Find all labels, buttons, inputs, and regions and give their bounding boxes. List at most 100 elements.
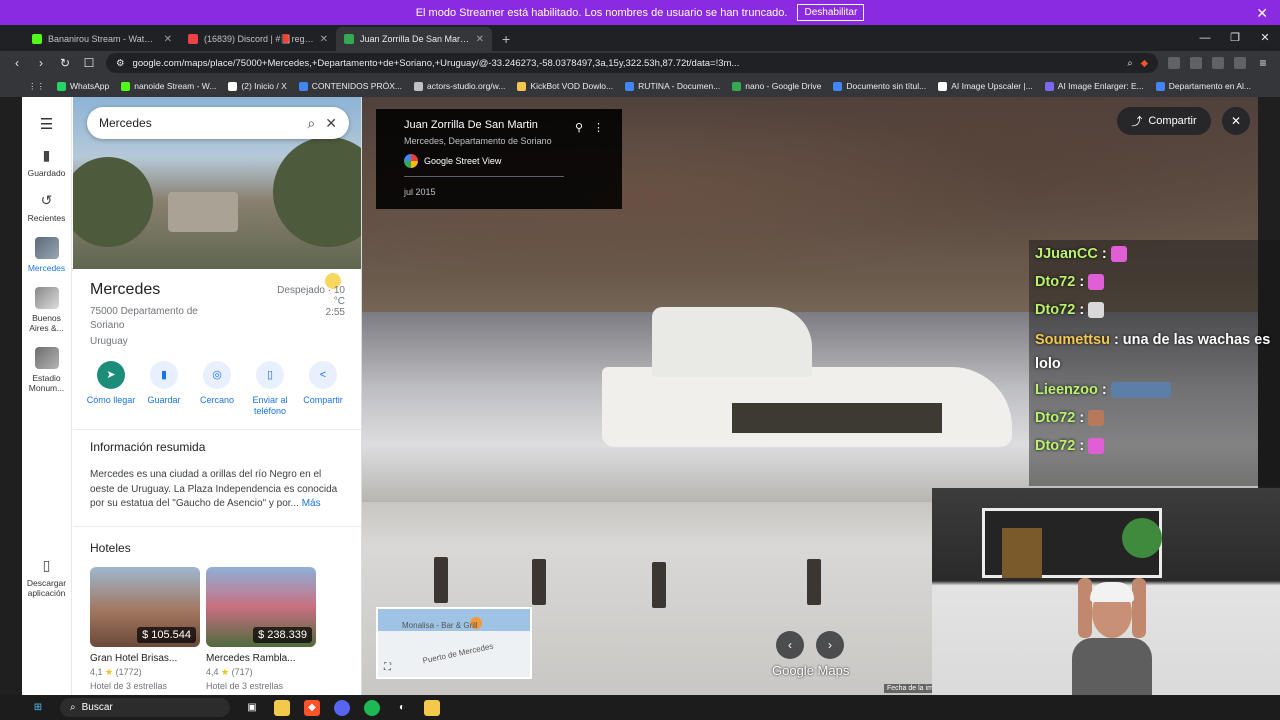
brave-browser-icon[interactable]: ◆ (304, 699, 320, 716)
bookmark-item[interactable]: WhatsApp (57, 81, 109, 91)
action-label: Compartir (303, 395, 343, 405)
expand-icon[interactable]: ⛶ (384, 662, 391, 673)
tab-google-maps[interactable]: Juan Zorrilla De San Martin - Go ✕ (336, 27, 492, 51)
bookmark-label: CONTENIDOS PRÓX... (311, 81, 402, 91)
more-link[interactable]: Más (302, 498, 321, 509)
navigation-arrows: ‹ › (776, 631, 844, 659)
review-count: (1772) (115, 666, 142, 677)
bookmark-item[interactable]: actors-studio.org/w... (414, 81, 505, 91)
new-tab-icon[interactable]: + (492, 31, 520, 51)
rail-item-recent[interactable]: ↺ Recientes (23, 192, 71, 223)
bookmark-label: Departamento en Al... (1168, 81, 1251, 91)
save-button[interactable]: ▮ Guardar (138, 361, 190, 417)
next-arrow-icon[interactable]: › (816, 631, 844, 659)
rail-item-estadio[interactable]: Estadio Monum... (23, 347, 71, 393)
wallet-icon[interactable] (1234, 57, 1246, 69)
place-hero-image[interactable]: ⌕ ✕ (73, 97, 361, 269)
post (532, 559, 546, 605)
discord-icon[interactable] (334, 699, 350, 716)
bookmark-item[interactable]: (2) Inicio / X (228, 81, 287, 91)
restore-icon[interactable]: ❐ (1220, 25, 1250, 51)
post (434, 557, 448, 603)
url-field[interactable]: ⚙ google.com/maps/place/75000+Mercedes,+… (106, 53, 1158, 73)
close-icon[interactable]: ✕ (1256, 5, 1268, 22)
previous-arrow-icon[interactable]: ‹ (776, 631, 804, 659)
hotel-card[interactable]: $ 105.544 Gran Hotel Brisas... 4,1 ★ (17… (90, 566, 200, 691)
app-icon[interactable] (424, 699, 440, 716)
rail-item-mercedes[interactable]: Mercedes (23, 237, 71, 273)
back-icon[interactable]: ‹ (10, 56, 24, 70)
search-icon[interactable]: ⌕ (307, 115, 315, 132)
rail-item-download-app[interactable]: ▯ Descargar aplicación (23, 557, 71, 598)
bookmark-item[interactable]: nanoide Stream - W... (121, 81, 216, 91)
site-info-icon[interactable]: ⚙ (116, 58, 125, 69)
bookmark-label: nano - Google Drive (745, 81, 822, 91)
directions-button[interactable]: ➤ Cómo llegar (85, 361, 137, 417)
menu-icon[interactable]: ≡ (1256, 56, 1270, 70)
spotify-icon[interactable] (364, 699, 380, 716)
close-tab-icon[interactable]: ✕ (476, 34, 484, 45)
hamburger-menu-icon[interactable]: ☰ (40, 115, 53, 133)
hotel-card[interactable]: $ 238.339 Mercedes Rambla... 4,4 ★ (717)… (206, 566, 316, 691)
bookmark-item[interactable]: KickBot VOD Dowlo... (517, 81, 613, 91)
close-window-icon[interactable]: ✕ (1250, 25, 1280, 51)
search-input[interactable] (99, 116, 298, 130)
bookmark-item[interactable]: nano - Google Drive (732, 81, 821, 91)
close-street-view-icon[interactable]: ✕ (1222, 107, 1250, 135)
extension-icon[interactable] (1168, 57, 1180, 69)
chat-text: : (1079, 410, 1085, 426)
bookmark-item[interactable]: AI Image Enlarger: E... (1044, 81, 1144, 91)
share-button[interactable]: ⤴ Compartir (1117, 107, 1211, 135)
place-thumbnail (34, 287, 59, 309)
task-view-icon[interactable]: ▣ (244, 700, 260, 716)
local-time: 2:55 (325, 307, 345, 318)
hotel-type: Hotel de 3 estrellas (206, 680, 284, 691)
rail-label: Estadio Monum... (28, 373, 65, 393)
minimap[interactable]: Monalisa - Bar & Grill Puerto de Mercede… (376, 607, 532, 679)
taskbar-search[interactable]: ⌕ Buscar (60, 698, 230, 717)
tab-kick[interactable]: Bananirou Stream - Watch Live o ✕ (24, 27, 180, 51)
bookmark-item[interactable]: Documento sin títul... (833, 81, 926, 91)
boat-cabin (652, 307, 812, 377)
apps-icon[interactable]: ⋮⋮ (28, 81, 45, 92)
disable-streamer-mode-button[interactable]: Deshabilitar (797, 4, 865, 21)
minimize-icon[interactable]: — (1190, 25, 1220, 51)
more-options-icon[interactable]: ⋮ (593, 121, 604, 134)
search-box[interactable]: ⌕ ✕ (87, 107, 349, 139)
weather-description: Despejado · 10 °C (277, 285, 345, 307)
reload-icon[interactable]: ↻ (58, 56, 72, 70)
streamer-arm (1132, 578, 1146, 638)
tree (273, 137, 361, 247)
forward-icon[interactable]: › (34, 56, 48, 70)
extension-icon[interactable] (1190, 57, 1202, 69)
file-explorer-icon[interactable] (274, 699, 290, 716)
app-icon[interactable]: ◐ (394, 700, 410, 716)
sidebar-icon[interactable] (1212, 57, 1224, 69)
rail-item-buenos-aires[interactable]: Buenos Aires &... (23, 287, 71, 333)
bookmark-item[interactable]: Departamento en Al... (1155, 81, 1251, 91)
nearby-button[interactable]: ◎ Cercano (191, 361, 243, 417)
bookmark-item[interactable]: RUTINA - Documen... (625, 81, 720, 91)
share-button[interactable]: < Compartir (297, 361, 349, 417)
zoom-icon[interactable]: ⌕ (1127, 58, 1132, 69)
tab-discord[interactable]: (16839) Discord | #📕reglas | banani ✕ (180, 27, 336, 51)
place-thumbnail (34, 237, 59, 259)
bookmark-page-icon[interactable]: ☐ (82, 56, 96, 70)
send-to-phone-button[interactable]: ▯ Enviar al teléfono (244, 361, 296, 417)
bookmarks-bar: ⋮⋮ WhatsApp nanoide Stream - W... (2) In… (0, 75, 1280, 97)
chat-message: Lieenzoo : (1035, 376, 1280, 404)
close-tab-icon[interactable]: ✕ (164, 34, 172, 45)
close-tab-icon[interactable]: ✕ (320, 34, 328, 45)
streamer-arm (1078, 578, 1092, 638)
clear-search-icon[interactable]: ✕ (325, 115, 337, 132)
chat-username: JJuanCC (1035, 246, 1098, 262)
location-pin-icon[interactable]: ⚲ (575, 121, 583, 134)
bookmark-item[interactable]: AI Image Upscaler |... (938, 81, 1033, 91)
brave-shield-icon[interactable]: ◆ (1141, 58, 1148, 69)
windows-start-icon[interactable]: ⊞ (30, 700, 46, 716)
bookmark-item[interactable]: CONTENIDOS PRÓX... (298, 81, 402, 91)
capture-date[interactable]: jul 2015 (404, 187, 594, 197)
hotel-price: $ 105.544 (137, 626, 196, 643)
place-thumbnail (34, 347, 59, 369)
rail-item-saved[interactable]: ▮ Guardado (23, 147, 71, 178)
